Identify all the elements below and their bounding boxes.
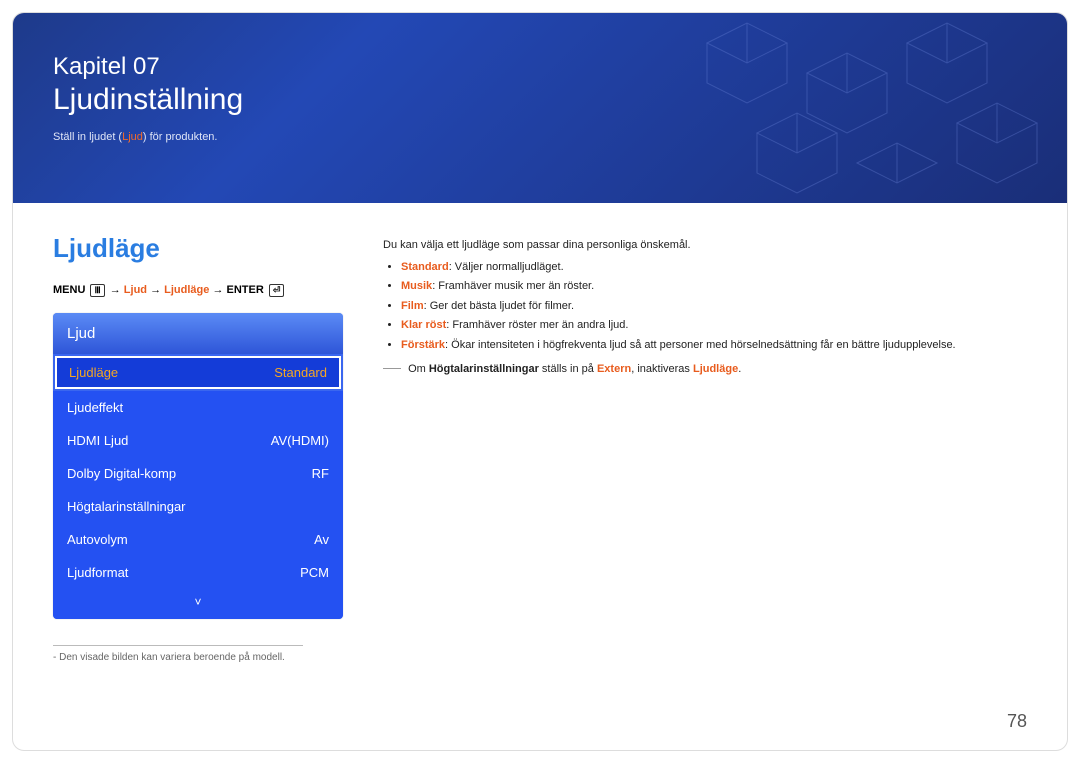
osd-menu-panel: Ljud Ljudläge Standard Ljudeffekt HDMI L…: [53, 313, 343, 619]
chevron-down-icon[interactable]: ˅: [53, 589, 343, 619]
breadcrumb: MENU Ⅲ → Ljud → Ljudläge → ENTER ⏎: [53, 284, 353, 297]
menu-label: Ljudformat: [67, 565, 128, 580]
page: Kapitel 07 Ljudinställning Ställ in ljud…: [12, 12, 1068, 751]
list-item: Musik: Framhäver musik mer än röster.: [401, 278, 1027, 296]
menu-row-ljudeffekt[interactable]: Ljudeffekt: [53, 391, 343, 424]
left-column: Ljudläge MENU Ⅲ → Ljud → Ljudläge → ENTE…: [53, 233, 353, 663]
menu-label: Dolby Digital-komp: [67, 466, 176, 481]
list-item: Film: Ger det bästa ljudet för filmer.: [401, 298, 1027, 316]
footnote: - Den visade bilden kan variera beroende…: [53, 645, 303, 663]
menu-label: HDMI Ljud: [67, 433, 128, 448]
chapter-hero: Kapitel 07 Ljudinställning Ställ in ljud…: [13, 13, 1067, 203]
osd-menu-header: Ljud: [53, 313, 343, 354]
menu-label: Högtalarinställningar: [67, 499, 186, 514]
menu-label: Ljudeffekt: [67, 400, 123, 415]
menu-label: Ljudläge: [69, 365, 118, 380]
menu-row-autovolym[interactable]: Autovolym Av: [53, 523, 343, 556]
mode-list: Standard: Väljer normalljudläget. Musik:…: [383, 259, 1027, 355]
content-area: Ljudläge MENU Ⅲ → Ljud → Ljudläge → ENTE…: [13, 203, 1067, 683]
list-item: Klar röst: Framhäver röster mer än andra…: [401, 317, 1027, 335]
menu-value: Av: [314, 532, 329, 547]
enter-icon: ⏎: [269, 284, 285, 297]
menu-row-ljudlage[interactable]: Ljudläge Standard: [55, 356, 341, 389]
note-line: Om Högtalarinställningar ställs in på Ex…: [383, 361, 1027, 379]
menu-value: Standard: [274, 365, 327, 380]
page-number: 78: [1007, 711, 1027, 732]
menu-row-ljudformat[interactable]: Ljudformat PCM: [53, 556, 343, 589]
menu-icon: Ⅲ: [90, 284, 104, 297]
menu-row-hdmi[interactable]: HDMI Ljud AV(HDMI): [53, 424, 343, 457]
description-column: Du kan välja ett ljudläge som passar din…: [383, 233, 1027, 663]
menu-row-speaker[interactable]: Högtalarinställningar: [53, 490, 343, 523]
list-item: Förstärk: Ökar intensiteten i högfrekven…: [401, 337, 1027, 355]
menu-value: PCM: [300, 565, 329, 580]
section-title: Ljudläge: [53, 233, 353, 264]
intro-text: Du kan välja ett ljudläge som passar din…: [383, 237, 1027, 255]
dash-icon: [383, 368, 401, 369]
cube-pattern: [647, 13, 1067, 203]
list-item: Standard: Väljer normalljudläget.: [401, 259, 1027, 277]
menu-row-dolby[interactable]: Dolby Digital-komp RF: [53, 457, 343, 490]
menu-value: AV(HDMI): [271, 433, 329, 448]
menu-value: RF: [312, 466, 329, 481]
menu-label: Autovolym: [67, 532, 128, 547]
